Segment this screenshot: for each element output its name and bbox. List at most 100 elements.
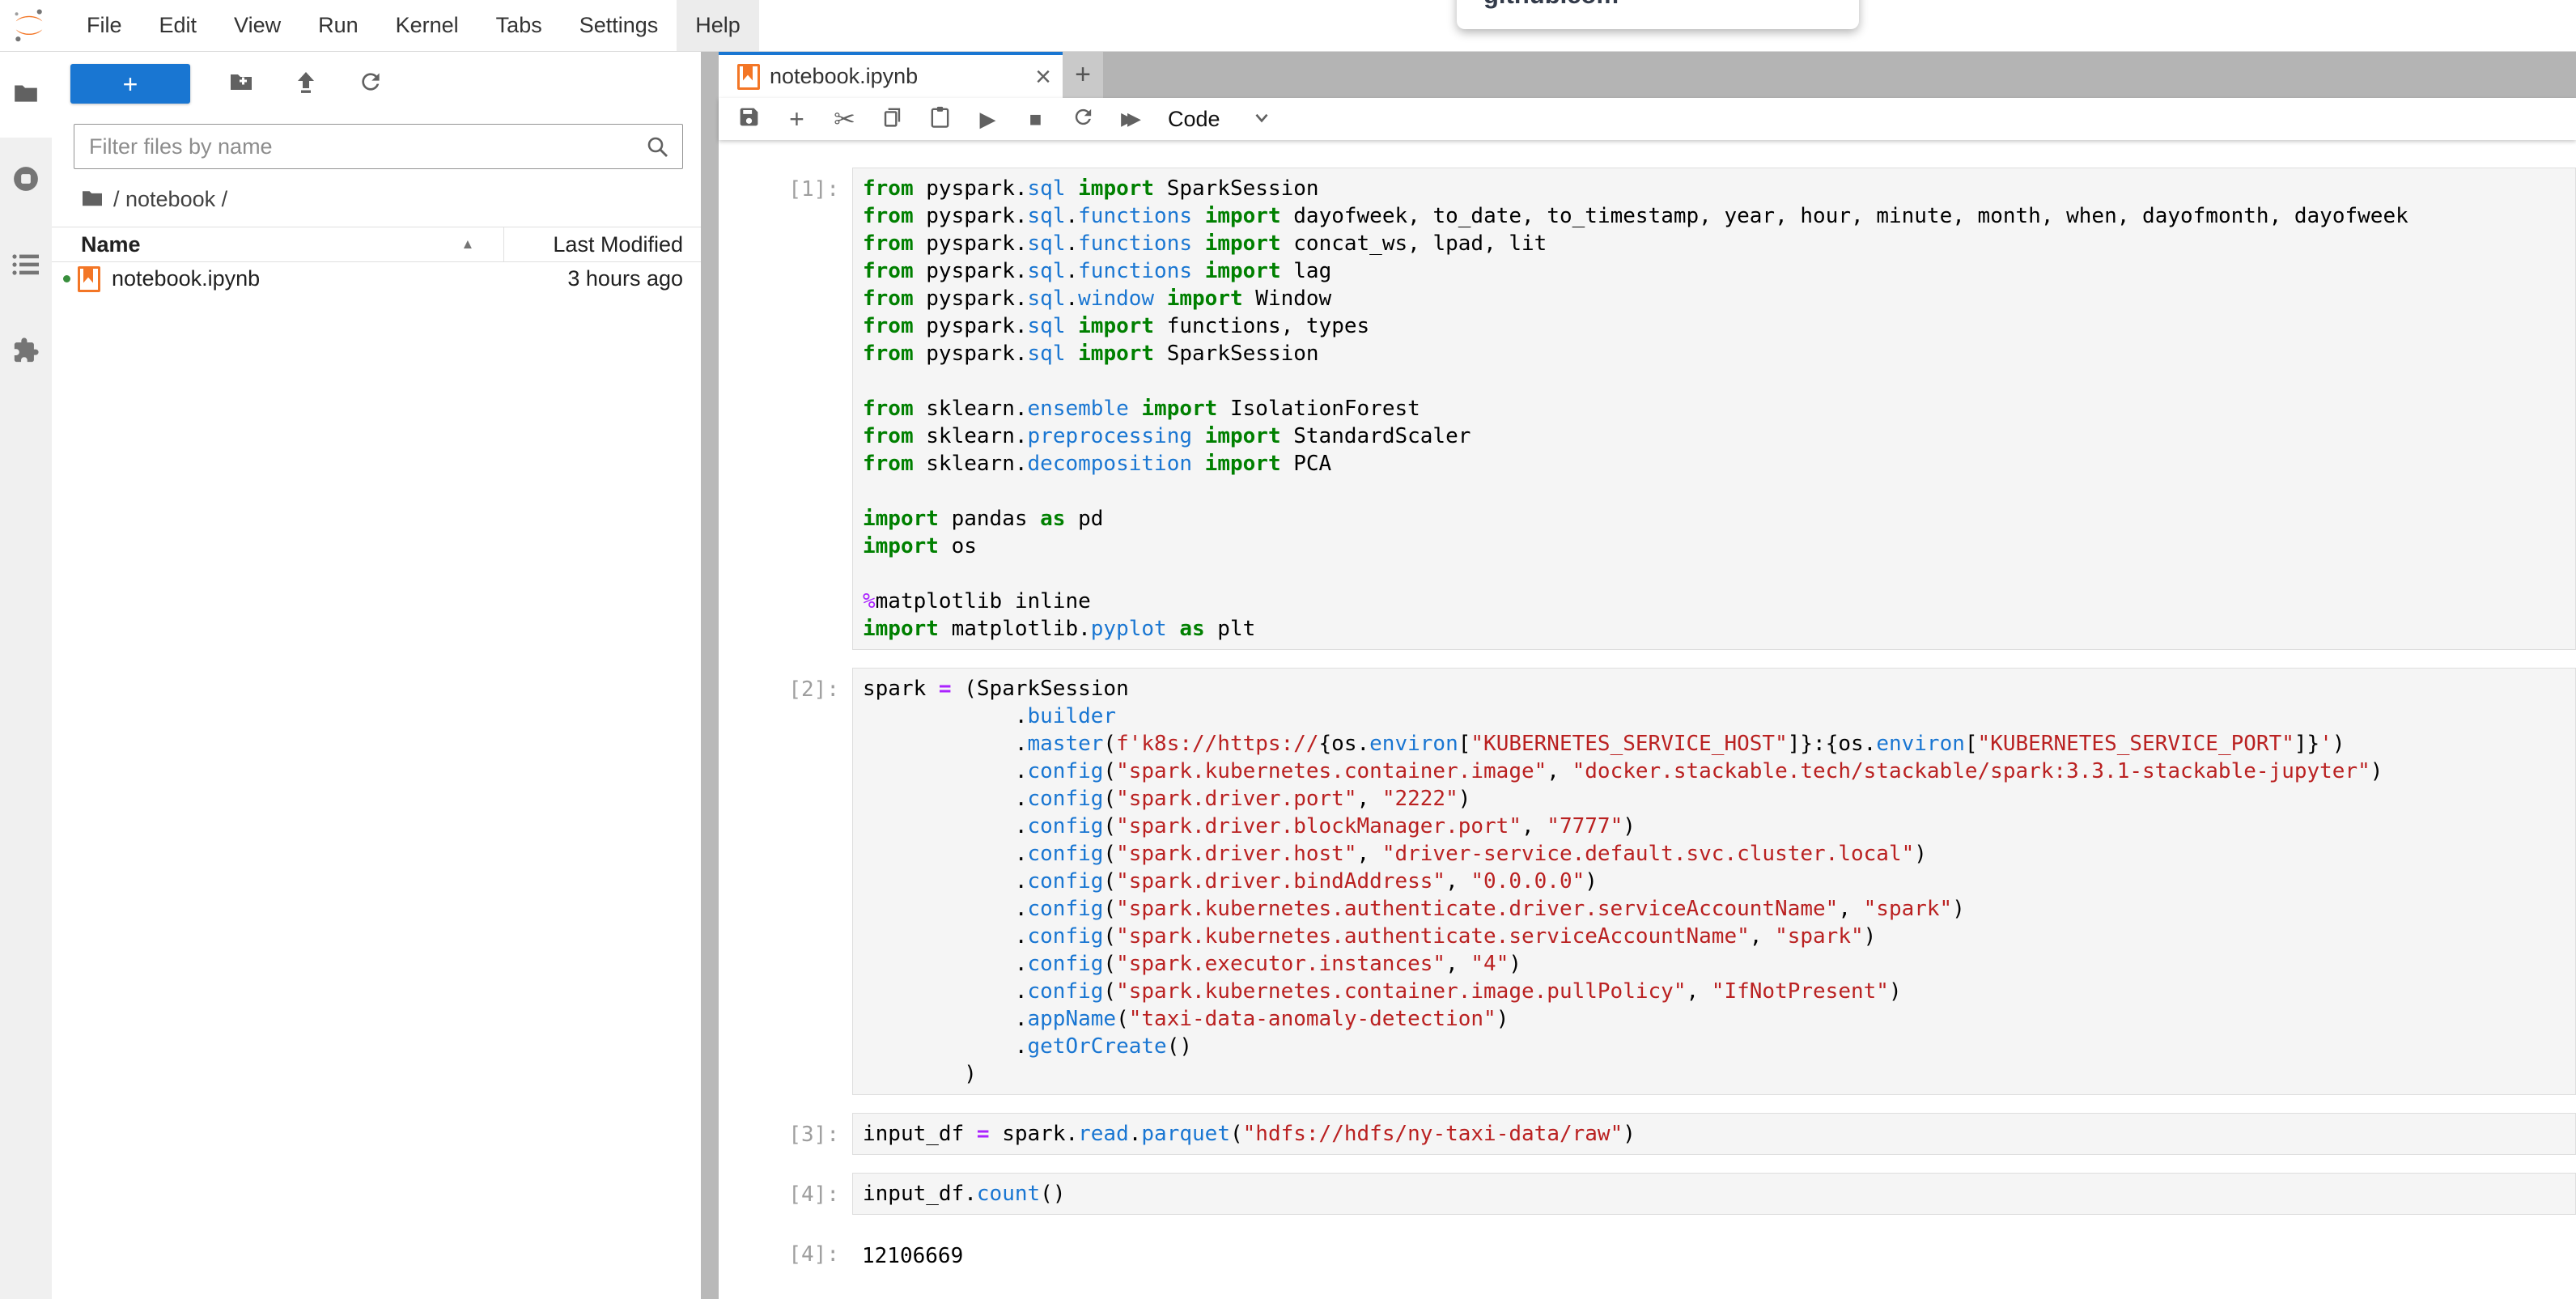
folder-icon — [12, 79, 40, 111]
column-header-name[interactable]: Name — [81, 232, 141, 257]
left-sidebar — [0, 52, 52, 1299]
new-folder-icon — [228, 69, 254, 99]
menu-run[interactable]: Run — [299, 0, 377, 51]
file-list-item[interactable]: notebook.ipynb 3 hours ago — [52, 261, 701, 296]
code-line — [863, 367, 2575, 395]
code-line: .config("spark.driver.blockManager.port"… — [863, 813, 2575, 840]
column-divider — [503, 227, 504, 261]
new-tab-button[interactable]: + — [1063, 52, 1103, 98]
file-last-modified: 3 hours ago — [567, 266, 683, 291]
sidebar-tab-table-of-contents[interactable] — [0, 223, 52, 309]
sort-ascending-icon: ▲ — [461, 236, 475, 253]
interrupt-kernel-button[interactable]: ■ — [1012, 98, 1059, 140]
code-line: from sklearn.preprocessing import Standa… — [863, 422, 2575, 450]
menu-tabs[interactable]: Tabs — [477, 0, 561, 51]
puzzle-icon — [12, 337, 40, 368]
paste-cells-button[interactable] — [916, 98, 964, 140]
fast-forward-icon: ▶▶ — [1121, 108, 1141, 129]
code-line: import matplotlib.pyplot as plt — [863, 615, 2575, 643]
code-line: .config("spark.driver.host", "driver-ser… — [863, 840, 2575, 868]
file-browser-toolbar: + — [52, 63, 701, 104]
restart-run-all-button[interactable]: ▶▶ — [1107, 98, 1155, 140]
stop-icon: ■ — [1029, 107, 1042, 132]
running-kernel-dot — [63, 275, 70, 282]
code-line: from pyspark.sql import SparkSession — [863, 340, 2575, 367]
stop-circle-icon — [12, 165, 40, 197]
cell-input-prompt: [1]: — [719, 168, 852, 650]
cell-editor[interactable]: input_df.count() — [852, 1173, 2576, 1215]
workspace: + — [0, 52, 2576, 1299]
code-cell: [2]:spark = (SparkSession .builder .mast… — [719, 668, 2576, 1095]
code-line: from pyspark.sql.functions import dayofw… — [863, 202, 2575, 230]
cut-cells-button[interactable]: ✂ — [821, 98, 868, 140]
browser-dialog-popup[interactable]: github.com — [1457, 0, 1859, 29]
code-line: from pyspark.sql.window import Window — [863, 285, 2575, 312]
menu-kernel[interactable]: Kernel — [377, 0, 477, 51]
cell-editor[interactable]: input_df = spark.read.parquet("hdfs://hd… — [852, 1113, 2576, 1155]
code-line: .config("spark.kubernetes.container.imag… — [863, 978, 2575, 1005]
upload-icon — [293, 69, 319, 99]
cell-editor[interactable]: from pyspark.sql import SparkSessionfrom… — [852, 168, 2576, 650]
code-line: .getOrCreate() — [863, 1033, 2575, 1060]
close-tab-icon[interactable]: × — [1035, 63, 1051, 91]
code-cell: [3]: input_df = spark.read.parquet("hdfs:… — [719, 1113, 2576, 1155]
cell-editor[interactable]: spark = (SparkSession .builder .master(f… — [852, 668, 2576, 1095]
output-area: [4]: 12106669 — [719, 1233, 2576, 1276]
scissors-icon: ✂ — [834, 104, 855, 134]
code-line: ) — [863, 1060, 2575, 1088]
menu-help[interactable]: Help — [677, 0, 759, 51]
column-header-last-modified[interactable]: Last Modified — [553, 232, 683, 257]
code-line: .config("spark.kubernetes.container.imag… — [863, 758, 2575, 785]
sidebar-tab-file-browser[interactable] — [0, 52, 52, 138]
run-cell-button[interactable]: ▶ — [964, 98, 1012, 140]
code-line — [863, 478, 2575, 505]
code-line: from pyspark.sql import SparkSession — [863, 175, 2575, 202]
notebook-toolbar: + ✂ ▶ ■ ▶ — [719, 98, 2576, 140]
menu-edit[interactable]: Edit — [141, 0, 216, 51]
cell-input-prompt: [3]: — [719, 1113, 852, 1155]
menu-bar: File Edit View Run Kernel Tabs Settings … — [0, 0, 2576, 52]
new-folder-button[interactable] — [227, 70, 255, 97]
code-line: input_df.count() — [863, 1180, 2575, 1208]
code-line: 12106669 — [862, 1242, 2576, 1270]
list-icon — [12, 251, 40, 282]
code-line: %matplotlib inline — [863, 588, 2575, 615]
restart-kernel-button[interactable] — [1059, 98, 1107, 140]
code-line — [863, 560, 2575, 588]
code-line: .config("spark.kubernetes.authenticate.s… — [863, 923, 2575, 950]
menu-file[interactable]: File — [68, 0, 141, 51]
refresh-button[interactable] — [357, 70, 384, 97]
new-launcher-button[interactable]: + — [70, 64, 190, 104]
copy-cells-button[interactable] — [868, 98, 916, 140]
cell-output-text: 12106669 — [852, 1233, 2576, 1276]
dialog-site-label: github.com — [1483, 0, 1619, 10]
file-browser-panel: + — [52, 52, 701, 1299]
cell-type-label[interactable]: Code — [1168, 107, 1220, 132]
menu-view[interactable]: View — [215, 0, 299, 51]
code-line: from sklearn.ensemble import IsolationFo… — [863, 395, 2575, 422]
menu-settings[interactable]: Settings — [561, 0, 677, 51]
file-list-header: Name ▲ Last Modified — [52, 227, 701, 262]
file-name: notebook.ipynb — [112, 266, 567, 291]
chevron-down-icon — [1251, 117, 1272, 131]
insert-cell-button[interactable]: + — [773, 98, 821, 140]
file-filter-input[interactable] — [74, 134, 645, 159]
upload-button[interactable] — [292, 70, 320, 97]
cell-input-prompt: [4]: — [719, 1173, 852, 1215]
code-line: from sklearn.decomposition import PCA — [863, 450, 2575, 478]
breadcrumb[interactable]: / notebook / — [81, 183, 227, 215]
panel-resize-handle[interactable] — [701, 52, 719, 1299]
sidebar-tab-extensions[interactable] — [0, 309, 52, 395]
save-icon — [737, 105, 761, 133]
copy-icon — [881, 105, 904, 133]
tab-notebook[interactable]: notebook.ipynb × — [719, 52, 1063, 98]
code-line: input_df = spark.read.parquet("hdfs://hd… — [863, 1120, 2575, 1148]
breadcrumb-path: / notebook / — [113, 187, 227, 212]
cell-output-prompt: [4]: — [719, 1233, 852, 1276]
run-icon: ▶ — [980, 107, 996, 132]
code-cell: [4]: input_df.count() — [719, 1173, 2576, 1215]
save-button[interactable] — [725, 98, 773, 140]
sidebar-tab-running-kernels[interactable] — [0, 138, 52, 223]
tab-title: notebook.ipynb — [770, 64, 1035, 89]
cell-type-dropdown[interactable] — [1251, 107, 1272, 132]
